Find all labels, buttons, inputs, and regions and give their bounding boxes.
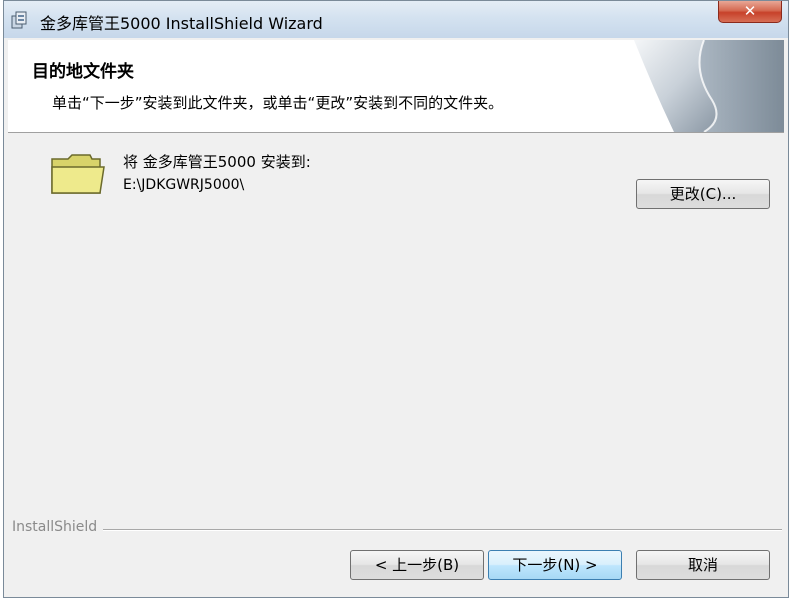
change-folder-button[interactable]: 更改(C)... (636, 179, 770, 209)
install-path: E:\JDKGWRJ5000\ (123, 177, 245, 193)
close-icon: ✕ (743, 2, 757, 20)
brand-divider: InstallShield (12, 519, 782, 539)
page-subtitle: 单击“下一步”安装到此文件夹，或单击“更改”安装到不同的文件夹。 (52, 94, 504, 112)
divider-line (12, 529, 782, 531)
folder-icon (51, 154, 105, 194)
page-curl-art-icon (634, 40, 784, 132)
cancel-button[interactable]: 取消 (636, 550, 770, 580)
brand-label: InstallShield (12, 519, 104, 535)
next-button[interactable]: 下一步(N) > (488, 550, 622, 580)
back-button[interactable]: < 上一步(B) (350, 550, 484, 580)
close-button[interactable]: ✕ (718, 1, 782, 23)
window-title: 金多库管王5000 InstallShield Wizard (40, 14, 323, 33)
install-to-label: 将 金多库管王5000 安装到: (123, 153, 311, 171)
header-panel: 目的地文件夹 单击“下一步”安装到此文件夹，或单击“更改”安装到不同的文件夹。 (8, 40, 784, 133)
title-bar[interactable]: 金多库管王5000 InstallShield Wizard ✕ (4, 1, 788, 38)
installer-app-icon (11, 11, 27, 29)
installer-window: 金多库管王5000 InstallShield Wizard ✕ 目的地文件夹 … (3, 0, 789, 598)
page-title: 目的地文件夹 (32, 62, 134, 82)
